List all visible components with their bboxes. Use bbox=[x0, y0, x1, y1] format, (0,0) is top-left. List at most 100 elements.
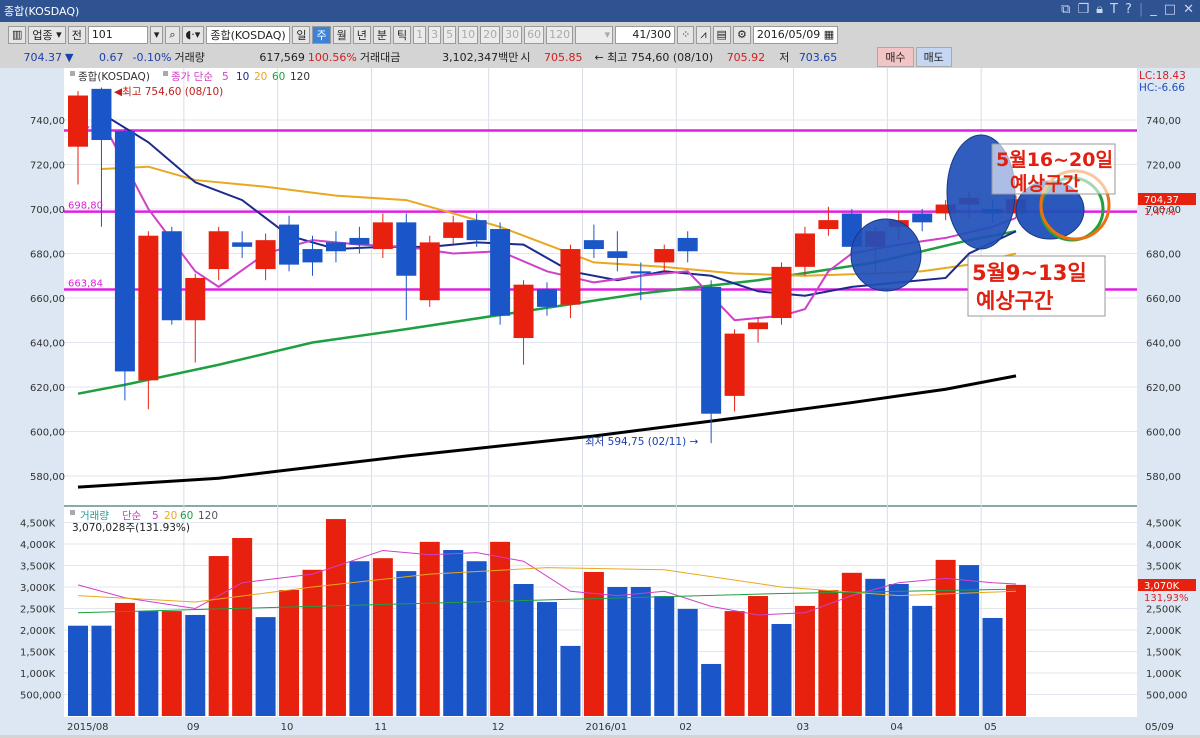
price-tick-right: 640,00 bbox=[1146, 339, 1181, 350]
toolbar: ▥ 업종 ▾ 전 101 ▾ ⌕ ◖·▾ 종합(KOSDAQ) 일 주 월 년 … bbox=[0, 24, 1200, 45]
volume-bar bbox=[279, 590, 300, 716]
annotation-ellipse bbox=[850, 218, 922, 292]
interval-10[interactable]: 10 bbox=[458, 25, 479, 44]
hc-value: HC:-6.66 bbox=[1139, 82, 1185, 94]
interval-5[interactable]: 5 bbox=[443, 25, 457, 44]
price-tick-left: 700,00 bbox=[30, 205, 65, 216]
period-year[interactable]: 년 bbox=[352, 25, 371, 44]
candle-body bbox=[794, 233, 815, 267]
price-tick-left: 640,00 bbox=[30, 339, 65, 350]
volume-tick-left: 1,500K bbox=[20, 648, 56, 659]
price-tick-right: 580,00 bbox=[1146, 472, 1181, 483]
code-input[interactable]: 101 bbox=[87, 25, 148, 44]
high-label: ← 최고 754,60 (08/10) bbox=[594, 51, 714, 64]
x-tick-label: 10 bbox=[281, 722, 294, 733]
interval-120[interactable]: 120 bbox=[546, 25, 574, 44]
x-tick-label: 05 bbox=[984, 722, 997, 733]
calendar-icon[interactable]: ▦ bbox=[824, 28, 834, 41]
market-select[interactable]: 업종 ▾ bbox=[28, 25, 66, 44]
interval-3[interactable]: 3 bbox=[428, 25, 442, 44]
interval-dropdown[interactable]: ▾ bbox=[575, 25, 614, 44]
code-dropdown[interactable]: ▾ bbox=[149, 25, 164, 44]
hline-label: 663,84 bbox=[68, 278, 103, 289]
period-minute[interactable]: 분 bbox=[372, 25, 391, 44]
count-total: /300 bbox=[646, 28, 672, 41]
volume-bar bbox=[677, 608, 698, 716]
text-icon[interactable]: T bbox=[1110, 2, 1118, 17]
change: 0.67 bbox=[98, 50, 124, 64]
chart-area[interactable]: 2015/08091011122016/010203040505/09735,3… bbox=[0, 68, 1200, 735]
current-price: 704.37 bbox=[23, 50, 63, 64]
prev-button[interactable]: 전 bbox=[67, 25, 86, 44]
volume-bar bbox=[349, 561, 370, 716]
volume-label: 거래량 bbox=[174, 51, 205, 64]
chart-type-icon[interactable]: ▥ bbox=[8, 25, 27, 44]
candle-body bbox=[325, 242, 346, 252]
candle-body bbox=[232, 242, 253, 247]
volume-bar bbox=[959, 565, 980, 716]
volume-tick-right: 2,000K bbox=[1146, 626, 1182, 637]
volume-bar bbox=[841, 572, 862, 716]
volume-tick-right: 1,500K bbox=[1146, 648, 1182, 659]
minimize-icon[interactable]: _ bbox=[1150, 2, 1157, 17]
search-icon[interactable]: ⌕ bbox=[165, 25, 180, 44]
volume-bar bbox=[982, 617, 1003, 716]
period-tick[interactable]: 틱 bbox=[392, 25, 412, 44]
title-bar: 종합(KOSDAQ) ⧉ ❐ 🔒︎ T? | _ □ ✕ bbox=[0, 0, 1200, 22]
candle-body bbox=[208, 231, 229, 270]
add-indicator-icon[interactable]: ⁘ bbox=[677, 25, 695, 44]
speaker-icon[interactable]: ◖·▾ bbox=[181, 25, 205, 44]
count-input[interactable]: 41/300 bbox=[615, 25, 676, 44]
candle-body bbox=[68, 95, 88, 147]
period-day[interactable]: 일 bbox=[292, 25, 311, 44]
volume-bar bbox=[607, 587, 628, 716]
maximize-icon[interactable]: □ bbox=[1164, 2, 1176, 17]
volume-tick-left: 500,000 bbox=[20, 691, 61, 702]
volume-bar bbox=[372, 558, 393, 716]
price-tick-right: 740,00 bbox=[1146, 116, 1181, 127]
buy-button[interactable]: 매수 bbox=[877, 47, 914, 67]
volume-tick-left: 4,500K bbox=[20, 519, 56, 530]
volume-bar bbox=[208, 556, 229, 716]
volume-tick-left: 2,000K bbox=[20, 626, 56, 637]
last-price: 704,37 bbox=[1144, 195, 1179, 206]
copy-window-icon[interactable]: ❐ bbox=[1077, 2, 1089, 17]
date-input[interactable]: 2016/05/09 ▦ bbox=[752, 25, 839, 44]
candle-body bbox=[490, 229, 511, 316]
volume-bar bbox=[161, 611, 182, 716]
help-icon[interactable]: ? bbox=[1125, 2, 1132, 17]
period-month[interactable]: 월 bbox=[332, 25, 351, 44]
price-tick-left: 680,00 bbox=[30, 250, 65, 261]
period-week[interactable]: 주 bbox=[312, 25, 331, 44]
gear-icon[interactable]: ⚙ bbox=[732, 25, 751, 44]
legend-ma10: 10 bbox=[236, 71, 249, 83]
interval-60[interactable]: 60 bbox=[524, 25, 545, 44]
legend-ma5: 5 bbox=[222, 71, 229, 83]
compare-icon[interactable]: ⩘ bbox=[696, 25, 711, 44]
interval-20[interactable]: 20 bbox=[480, 25, 501, 44]
save-icon[interactable]: ▤ bbox=[712, 25, 731, 44]
close-icon[interactable]: ✕ bbox=[1183, 2, 1194, 17]
candle-body bbox=[677, 237, 698, 252]
volume-bar bbox=[302, 569, 323, 716]
volume-bar bbox=[630, 587, 651, 716]
last-volume-pct: 131,93% bbox=[1144, 593, 1189, 604]
volume-bar bbox=[865, 578, 886, 716]
volume-bar bbox=[537, 602, 557, 716]
interval-30[interactable]: 30 bbox=[502, 25, 523, 44]
price-tick-left: 580,00 bbox=[30, 472, 65, 483]
candle-body bbox=[537, 289, 557, 307]
interval-1[interactable]: 1 bbox=[413, 25, 427, 44]
index-name-field: 종합(KOSDAQ) bbox=[206, 25, 291, 44]
sell-button[interactable]: 매도 bbox=[915, 47, 952, 67]
volume-bar bbox=[490, 541, 511, 716]
annotation-text: 예상구간 bbox=[976, 289, 1053, 313]
high-label: ◀최고 754,60 (08/10) bbox=[114, 86, 223, 98]
candle-body bbox=[466, 220, 487, 241]
layout-icon[interactable]: ⧉ bbox=[1061, 2, 1070, 17]
lock-icon[interactable]: 🔒︎ bbox=[1096, 2, 1103, 17]
high: 705.92 bbox=[726, 50, 766, 64]
volume-tick-right: 2,500K bbox=[1146, 605, 1182, 616]
amount: 3,102,347백만 bbox=[442, 51, 519, 64]
stock-chart[interactable]: 2015/08091011122016/010203040505/09735,3… bbox=[0, 68, 1200, 735]
